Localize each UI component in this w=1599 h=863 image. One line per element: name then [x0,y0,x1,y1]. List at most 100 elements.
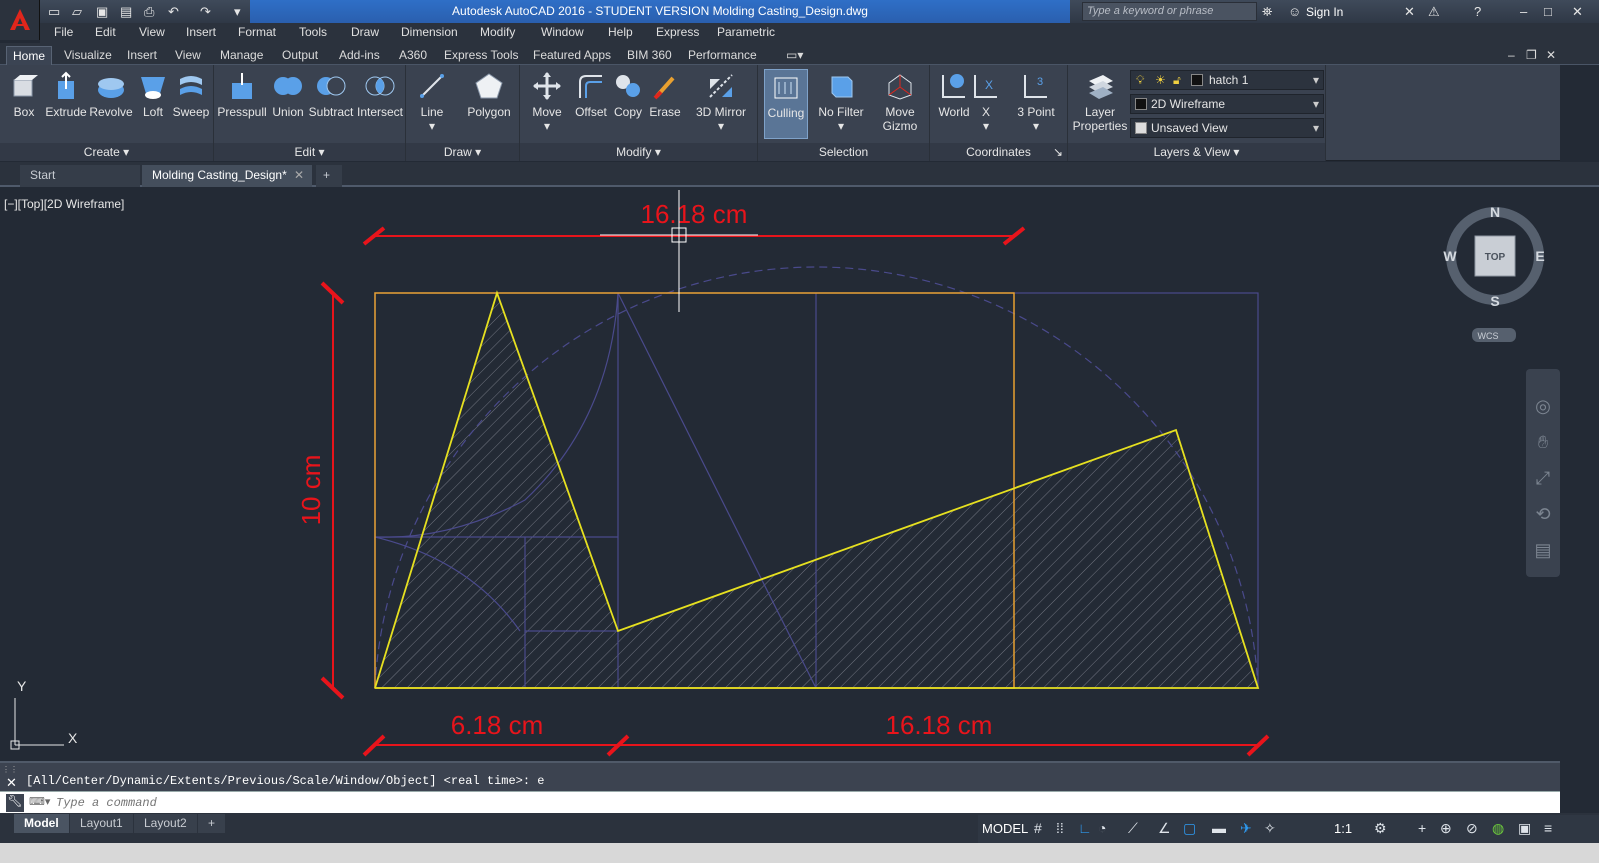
layer-dropdown[interactable]: 💡︎ ☀ 🔓︎ hatch 1 [1130,70,1324,90]
model-space-button[interactable]: MODEL [982,821,1028,836]
move-gizmo-button[interactable]: Move Gizmo [874,69,926,133]
hardware-acceleration-icon[interactable]: ⊘ [1466,820,1478,836]
workspace-gear-icon[interactable]: ⚙ [1374,820,1387,836]
hatch-triangle[interactable] [375,293,618,688]
layer-properties-button[interactable]: Layer Properties [1072,69,1128,133]
panel-modify-title[interactable]: Modify ▾ [520,143,757,161]
drawing-viewport[interactable]: 16.18 cm 10 cm 6.18 cm 16.18 cm Y X TOP … [0,189,1560,761]
no-filter-button[interactable]: No Filter ▾ [812,69,870,133]
sun-icon[interactable]: ☀ [1155,71,1166,89]
intersect-button[interactable]: Intersect [354,69,406,119]
command-close-icon[interactable]: ✕ [6,775,17,791]
sweep-button[interactable]: Sweep [167,69,215,119]
orbit-icon[interactable]: ⟲ [1532,496,1554,532]
minimize-icon[interactable]: – [1520,3,1527,20]
3d-mirror-dropdown-icon[interactable]: ▾ [688,119,754,133]
steering-wheel-icon[interactable]: ◎ [1532,388,1554,424]
menu-express[interactable]: Express [656,25,699,39]
command-input[interactable] [56,793,1546,812]
compass-west[interactable]: W [1443,248,1457,264]
tab-featured-apps[interactable]: Featured Apps [527,46,617,65]
revolve-button[interactable]: Revolve [87,69,135,119]
line-dropdown-icon[interactable]: ▾ [408,119,456,133]
box-button[interactable]: Box [0,69,48,119]
menu-insert[interactable]: Insert [186,25,216,39]
grid-icon[interactable]: # [1034,820,1042,836]
presspull-button[interactable]: Presspull [216,69,268,119]
sign-in-link[interactable]: Sign In [1306,5,1343,19]
customize-wrench-icon[interactable]: 🔧︎ [6,794,24,812]
compass-south[interactable]: S [1490,293,1499,309]
object-snap-icon[interactable]: ▢ [1183,820,1196,836]
menu-tools[interactable]: Tools [299,25,327,39]
doc-close-icon[interactable]: ✕ [1540,46,1562,65]
tab-a360[interactable]: A360 [393,46,433,65]
culling-button[interactable]: Culling [764,69,808,139]
dim-top-label[interactable]: 16.18 cm [641,199,748,229]
menu-dimension[interactable]: Dimension [401,25,458,39]
annotation-scale[interactable]: 1:1 [1334,821,1352,836]
panel-draw-title[interactable]: Draw ▾ [406,143,519,161]
tab-output[interactable]: Output [276,46,324,65]
x-dropdown-icon[interactable]: ▾ [966,119,1006,133]
panel-edit-title[interactable]: Edit ▾ [214,143,405,161]
command-grip-icon[interactable]: ⋮⋮ [2,765,18,774]
a360-icon[interactable]: ⚠ [1428,3,1440,20]
plot-icon[interactable]: ⎙ [144,3,154,20]
help-icon[interactable]: ? [1474,3,1481,20]
menu-window[interactable]: Window [541,25,584,39]
tab-insert[interactable]: Insert [121,46,163,65]
lock-icon[interactable]: 🔓︎ [1173,71,1181,89]
autocad-logo-icon[interactable] [0,0,40,40]
exchange-icon[interactable]: ✕ [1404,3,1415,20]
tab-home[interactable]: Home [6,46,53,65]
3d-mirror-button[interactable]: 3D Mirror ▾ [688,69,754,133]
compass-east[interactable]: E [1535,248,1544,264]
maximize-icon[interactable]: □ [1544,3,1552,20]
subtract-button[interactable]: Subtract [306,69,356,119]
doc-tab-close-icon[interactable]: ✕ [294,165,304,186]
viewcube-top-face[interactable]: TOP [1485,252,1506,263]
viewport-controls-label[interactable]: [−][Top][2D Wireframe] [4,197,124,211]
customize-menu-icon[interactable]: ≡ [1544,820,1552,836]
wcs-label[interactable]: WCS [1478,331,1499,341]
binoculars-icon[interactable]: ⛯ [1262,3,1272,20]
new-tab-icon[interactable]: + [316,165,342,187]
menu-modify[interactable]: Modify [480,25,515,39]
dim-bottom-left-label[interactable]: 6.18 cm [451,710,544,740]
compass-north[interactable]: N [1490,204,1500,220]
menu-edit[interactable]: Edit [95,25,116,39]
pan-icon[interactable]: ✋︎ [1532,424,1554,460]
ortho-icon[interactable]: ∟ [1078,820,1092,836]
close-icon[interactable]: ✕ [1572,3,1583,20]
3-point-button[interactable]: 3 3 Point ▾ [1010,69,1062,133]
clean-screen-icon[interactable]: ▣ [1518,820,1531,836]
qat-dropdown-icon[interactable]: ▾ [234,3,241,20]
doc-minimize-icon[interactable]: – [1502,46,1521,65]
undo-icon[interactable]: ↶ [168,3,179,20]
tab-manage[interactable]: Manage [214,46,269,65]
tab-bim-360[interactable]: BIM 360 [621,46,678,65]
recent-commands-icon[interactable]: ⌨▾ [29,795,50,808]
panel-layers-view-title[interactable]: Layers & View ▾ [1068,143,1325,161]
dialog-launcher-icon[interactable]: ↘ [1053,143,1063,161]
snap-icon[interactable]: ⁞⁞ [1056,820,1064,836]
tab-performance[interactable]: Performance [682,46,763,65]
panel-create-title[interactable]: Create ▾ [0,143,213,161]
tab-visualize[interactable]: Visualize [58,46,118,65]
search-input[interactable]: Type a keyword or phrase [1082,2,1257,21]
ribbon-options-icon[interactable]: ▭▾ [780,46,809,65]
new-file-icon[interactable]: ▭ [48,3,60,20]
lightbulb-icon[interactable]: 💡︎ [1136,71,1144,89]
doc-tab-start[interactable]: Start [20,165,140,187]
isodraft-icon[interactable]: ⟋ [1128,820,1138,836]
lineweight-icon[interactable]: ▬ [1212,820,1226,836]
zoom-extents-icon[interactable]: ⤢ [1532,460,1554,496]
layer-color-swatch[interactable] [1191,74,1203,86]
menu-file[interactable]: File [54,25,73,39]
named-view-dropdown[interactable]: Unsaved View [1130,118,1324,138]
layout-tab-layout2[interactable]: Layout2 [134,814,197,833]
move-dropdown-icon[interactable]: ▾ [523,119,571,133]
menu-format[interactable]: Format [238,25,276,39]
polygon-button[interactable]: Polygon [460,69,518,119]
